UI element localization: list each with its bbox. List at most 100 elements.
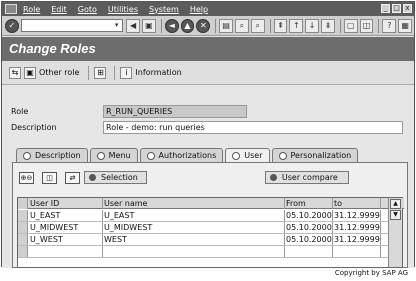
information-icon[interactable]: i — [120, 66, 133, 79]
column-header-from[interactable]: From — [285, 198, 333, 209]
row-selector[interactable] — [18, 222, 28, 233]
menu-role[interactable]: Role — [23, 5, 40, 14]
cell-user-id[interactable]: U_MIDWEST — [29, 222, 103, 233]
row-selector[interactable] — [18, 246, 28, 257]
menu-edit[interactable]: Edit — [51, 5, 67, 14]
layout-icon[interactable]: ▦ — [398, 18, 413, 33]
find-icon[interactable]: ⌕ — [235, 18, 249, 33]
help-icon[interactable]: ? — [382, 18, 397, 33]
vertical-scrollbar[interactable]: ▲ ▼ — [388, 198, 402, 267]
toolbar-separator — [160, 18, 162, 33]
table-row[interactable]: U_EAST U_EAST 05.10.2000 31.12.9999 — [18, 210, 389, 222]
selection-icon — [89, 174, 96, 181]
cell-user-id[interactable] — [29, 246, 103, 257]
cell-user-id[interactable]: U_EAST — [29, 210, 103, 221]
user-compare-label: User compare — [281, 173, 338, 182]
menu-system[interactable]: System — [149, 5, 179, 14]
cell-from[interactable]: 05.10.2000 — [285, 210, 333, 221]
menu-tab-icon — [96, 151, 105, 160]
tab-label: Description — [35, 151, 81, 160]
user-table: User ID User name From to U_EAST U_EAST … — [17, 197, 404, 268]
toolbar-separator — [269, 18, 271, 33]
previous-page-icon[interactable]: ↑ — [289, 18, 304, 33]
cell-from[interactable]: 05.10.2000 — [285, 234, 333, 245]
menu-bar: Role Edit Goto Utilities System Help _ □… — [2, 2, 414, 16]
scroll-down-icon[interactable]: ▼ — [390, 210, 401, 220]
cell-from[interactable] — [285, 246, 333, 257]
table-header: User ID User name From to — [18, 198, 404, 209]
tab-authorizations[interactable]: Authorizations — [139, 148, 224, 162]
hierarchy-icon[interactable]: ⊞ — [94, 66, 107, 79]
last-page-icon[interactable]: ⇟ — [321, 18, 335, 33]
insert-delete-row-button[interactable]: ⊕⊖ — [19, 171, 34, 184]
sap-window: Role Edit Goto Utilities System Help _ □… — [1, 1, 415, 268]
minimize-icon[interactable]: _ — [381, 4, 390, 13]
title-bar: Change Roles — [2, 37, 414, 61]
transfer-button[interactable]: ⇄ — [65, 171, 80, 184]
table-row[interactable] — [18, 246, 389, 258]
row-selector[interactable] — [18, 210, 28, 221]
selection-button[interactable]: Selection — [84, 171, 147, 184]
next-page-icon[interactable]: ↓ — [305, 18, 320, 33]
command-field[interactable]: ▾ — [20, 19, 124, 32]
select-all-cell[interactable] — [18, 198, 28, 209]
row-selector[interactable] — [18, 234, 28, 245]
save-icon[interactable]: ▣ — [141, 18, 156, 33]
column-header-to[interactable]: to — [333, 198, 381, 209]
menu-help[interactable]: Help — [190, 5, 208, 14]
print-icon[interactable]: ▤ — [219, 18, 234, 33]
shortcut-icon[interactable]: ◫ — [359, 18, 374, 33]
chevron-down-icon[interactable]: ▾ — [112, 21, 121, 30]
back-arrow-icon[interactable]: ◀ — [126, 18, 140, 33]
cell-user-id[interactable]: U_WEST — [29, 234, 103, 245]
information-button[interactable]: Information — [135, 68, 181, 77]
cancel-icon[interactable]: ✕ — [196, 18, 211, 33]
menu-utilities[interactable]: Utilities — [108, 5, 138, 14]
cell-from[interactable]: 05.10.2000 — [285, 222, 333, 233]
new-session-icon[interactable]: ▢ — [343, 18, 358, 33]
tab-label: User — [244, 151, 263, 160]
tab-personalization[interactable]: Personalization — [271, 148, 359, 162]
cell-user-name[interactable]: U_EAST — [103, 210, 285, 221]
cell-user-name[interactable]: WEST — [103, 234, 285, 245]
tab-user[interactable]: User — [225, 148, 270, 162]
enter-icon[interactable]: ✓ — [5, 18, 19, 33]
authorizations-tab-icon — [146, 151, 155, 160]
tab-description[interactable]: Description — [16, 148, 88, 162]
find-next-icon[interactable]: ⌕ — [250, 18, 265, 33]
description-tab-icon — [23, 151, 31, 160]
cell-to[interactable] — [333, 246, 381, 257]
user-tab-icon — [232, 151, 241, 160]
toolbar-separator — [88, 65, 90, 80]
scroll-up-icon[interactable]: ▲ — [390, 199, 401, 209]
table-row[interactable]: U_WEST WEST 05.10.2000 31.12.9999 — [18, 234, 389, 246]
close-icon[interactable]: x — [403, 4, 412, 13]
column-header-user-name[interactable]: User name — [103, 198, 285, 209]
role-label: Role — [11, 107, 29, 116]
first-page-icon[interactable]: ⇞ — [273, 18, 288, 33]
cell-to[interactable]: 31.12.9999 — [333, 234, 381, 245]
other-role-button[interactable]: Other role — [39, 68, 79, 77]
toolbar-separator — [215, 18, 217, 33]
cell-to[interactable]: 31.12.9999 — [333, 210, 381, 221]
user-compare-icon — [269, 174, 277, 181]
cell-to[interactable]: 31.12.9999 — [333, 222, 381, 233]
table-row[interactable]: U_MIDWEST U_MIDWEST 05.10.2000 31.12.999… — [18, 222, 389, 234]
cell-user-name[interactable]: U_MIDWEST — [103, 222, 285, 233]
tab-menu[interactable]: Menu — [89, 148, 138, 162]
system-toolbar: ✓ ▾ ◀ ▣ ◄ ▲ ✕ ▤ ⌕ ⌕ ⇞ ↑ ↓ ⇟ ▢ ◫ ? ▦ — [2, 16, 414, 36]
menu-goto[interactable]: Goto — [78, 5, 97, 14]
detail-view-button[interactable]: ◫ — [42, 171, 57, 184]
column-header-user-id[interactable]: User ID — [29, 198, 103, 209]
back-icon[interactable]: ◄ — [164, 18, 179, 33]
description-input[interactable]: Role - demo: run queries — [103, 121, 403, 134]
window-controls: _ □ x — [381, 4, 412, 13]
other-role-icon[interactable]: ▣ — [24, 66, 36, 79]
form-area: Role R_RUN_QUERIES Description Role - de… — [2, 86, 414, 268]
cell-user-name[interactable] — [103, 246, 285, 257]
exit-icon[interactable]: ▲ — [180, 18, 195, 33]
user-compare-button[interactable]: User compare — [264, 171, 349, 184]
tab-label: Menu — [108, 151, 131, 160]
maximize-icon[interactable]: □ — [392, 4, 401, 13]
display-change-icon[interactable]: ⇆ — [9, 66, 21, 79]
